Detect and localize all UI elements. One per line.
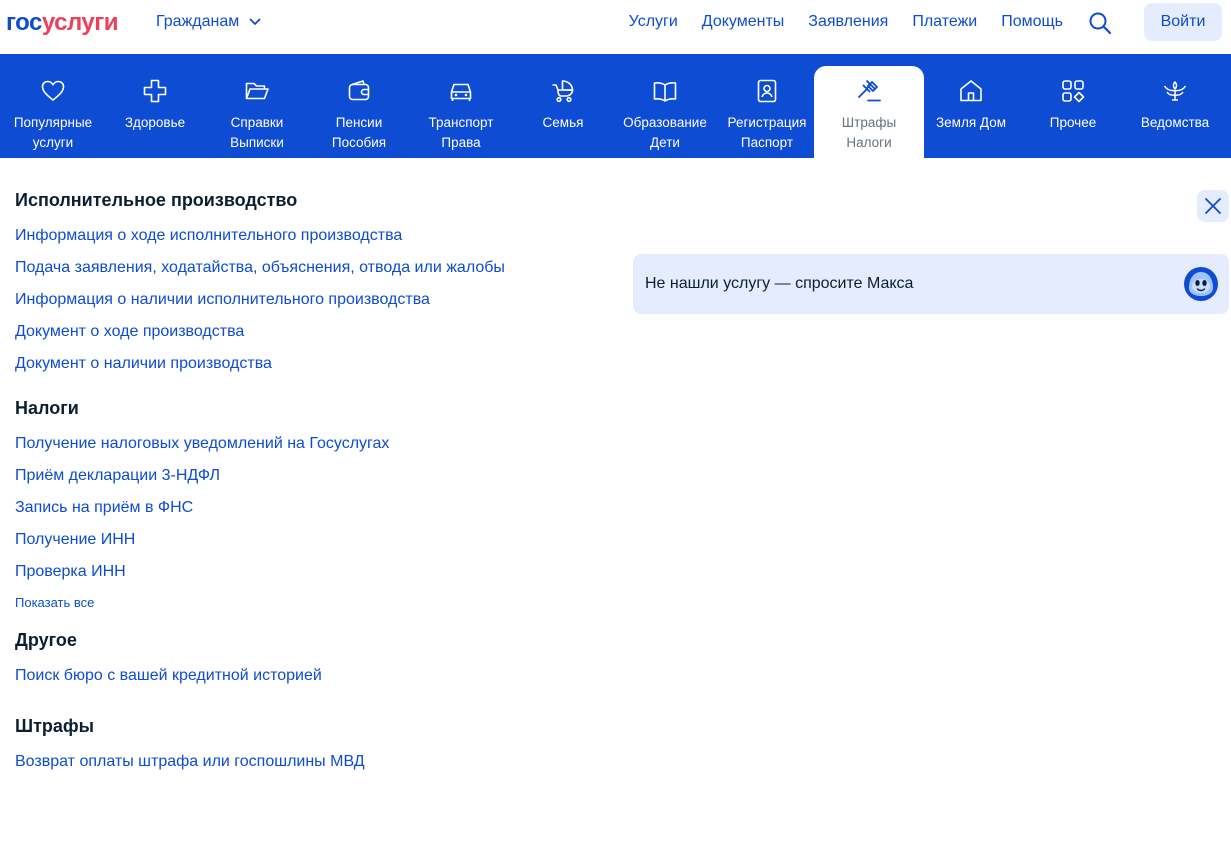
section-title: Налоги [15, 398, 79, 418]
show-all-link[interactable]: Показать все [15, 594, 615, 612]
category-transport[interactable]: Транспорт Права [410, 66, 512, 158]
service-link[interactable]: Получение ИНН [15, 531, 135, 548]
category-fines-taxes[interactable]: Штрафы Налоги [814, 66, 924, 158]
category-label: Прочее [1049, 115, 1097, 130]
category-pensions[interactable]: Пенсии Пособия [308, 66, 410, 158]
nav-help[interactable]: Помощь [1001, 12, 1063, 32]
category-agencies[interactable]: Ведомства [1124, 66, 1226, 158]
banner-text: Не нашли услугу — спросите Макса [645, 275, 914, 292]
section-other: Другое Поиск бюро с вашей кредитной исто… [15, 626, 615, 698]
category-land-house[interactable]: Земля Дом [920, 66, 1022, 158]
category-family[interactable]: Семья [512, 66, 614, 158]
category-label: Справки Выписки [230, 115, 284, 150]
category-label: Штрафы Налоги [841, 115, 897, 150]
emblem-icon [1163, 80, 1187, 101]
service-link[interactable]: Информация о наличии исполнительного про… [15, 291, 430, 308]
category-label: Регистрация Паспорт [727, 115, 807, 150]
service-link[interactable]: Документ о ходе производства [15, 323, 244, 340]
robot-assistant-icon [1184, 267, 1218, 301]
category-other[interactable]: Прочее [1022, 66, 1124, 158]
service-link[interactable]: Поиск бюро с вашей кредитной историей [15, 667, 322, 684]
section-title: Штрафы [15, 716, 95, 736]
section-title: Исполнительное производство [15, 190, 298, 210]
close-icon [1205, 198, 1221, 214]
close-button[interactable] [1197, 190, 1229, 222]
section-taxes: Налоги Получение налоговых уведомлений н… [15, 394, 615, 612]
logo-part-gos: гос [6, 9, 42, 36]
search-button[interactable] [1088, 11, 1112, 35]
heart-icon [41, 80, 65, 102]
category-label: Здоровье [124, 115, 186, 130]
nav-payments[interactable]: Платежи [912, 12, 977, 32]
main-nav: Услуги Документы Заявления Платежи Помощ… [629, 12, 1063, 32]
passport-icon [757, 79, 777, 103]
category-popular[interactable]: Популярные услуги [2, 66, 104, 158]
medical-cross-icon [143, 79, 167, 103]
category-label: Семья [542, 115, 584, 130]
login-button[interactable]: Войти [1144, 3, 1222, 41]
ask-max-banner[interactable]: Не нашли услугу — спросите Макса [633, 254, 1229, 314]
service-link[interactable]: Подача заявления, ходатайства, объяснени… [15, 259, 505, 276]
folder-icon [245, 82, 269, 100]
category-education[interactable]: Образование Дети [614, 66, 716, 158]
section-title: Другое [15, 630, 77, 650]
category-label: Земля Дом [936, 115, 1006, 130]
nav-services[interactable]: Услуги [629, 12, 678, 32]
car-icon [450, 83, 472, 101]
category-label: Транспорт Права [428, 115, 494, 150]
top-header: госуслуги Гражданам Услуги Документы Зая… [0, 0, 1231, 54]
category-label: Ведомства [1140, 115, 1210, 130]
service-link[interactable]: Информация о ходе исполнительного произв… [15, 227, 402, 244]
category-label: Пенсии Пособия [331, 115, 387, 150]
search-icon [1089, 12, 1112, 35]
service-link[interactable]: Проверка ИНН [15, 563, 126, 580]
section-enforcement: Исполнительное производство Информация о… [15, 186, 615, 386]
category-label: Образование Дети [623, 115, 707, 150]
category-bar: Популярные услуги Здоровье Справки Выпис… [0, 54, 1231, 158]
gosuslugi-logo[interactable]: госуслуги [6, 9, 119, 37]
nav-applications[interactable]: Заявления [808, 12, 888, 32]
service-link[interactable]: Приём декларации 3-НДФЛ [15, 467, 220, 484]
category-label: Популярные услуги [13, 115, 93, 150]
category-registration[interactable]: Регистрация Паспорт [716, 66, 818, 158]
grid-icon [1062, 80, 1085, 103]
book-icon [653, 82, 677, 102]
services-list: Исполнительное производство Информация о… [15, 186, 615, 792]
gavel-icon [858, 79, 881, 102]
wallet-icon [348, 80, 370, 101]
audience-label: Гражданам [156, 13, 240, 30]
service-link[interactable]: Запись на приём в ФНС [15, 499, 193, 516]
logo-part-uslugi: услуги [41, 9, 119, 36]
chevron-down-icon [249, 18, 261, 25]
category-certificates[interactable]: Справки Выписки [206, 66, 308, 158]
section-fines: Штрафы Возврат оплаты штрафа или госпошл… [15, 712, 615, 784]
nav-documents[interactable]: Документы [702, 12, 784, 32]
stroller-icon [552, 80, 574, 103]
house-icon [960, 80, 982, 102]
service-link[interactable]: Получение налоговых уведомлений на Госус… [15, 435, 389, 452]
audience-dropdown[interactable]: Гражданам [156, 12, 261, 32]
category-health[interactable]: Здоровье [104, 66, 206, 158]
service-link[interactable]: Возврат оплаты штрафа или госпошлины МВД [15, 753, 365, 770]
service-link[interactable]: Документ о наличии производства [15, 355, 272, 372]
